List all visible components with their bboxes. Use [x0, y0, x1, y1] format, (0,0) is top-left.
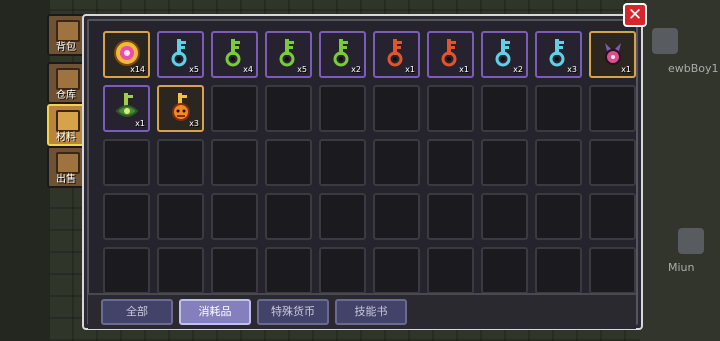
inventory-slot-empty[interactable]	[373, 193, 420, 240]
side-tab-label: 材料	[56, 132, 76, 143]
item-quantity: x1	[135, 119, 145, 128]
close-button[interactable]: ✕	[623, 3, 647, 27]
inventory-slot-empty[interactable]	[589, 193, 636, 240]
inventory-slot-empty[interactable]	[319, 85, 366, 132]
inventory-slot-empty[interactable]	[535, 193, 582, 240]
category-tab-0[interactable]: 全部	[101, 299, 173, 325]
side-tab-1[interactable]: 仓库	[47, 62, 85, 104]
inventory-slot-item[interactable]: x1	[589, 31, 636, 78]
side-tab-3[interactable]: 出售	[47, 146, 85, 188]
inventory-slot-empty[interactable]	[589, 247, 636, 294]
inventory-slot-empty[interactable]	[211, 85, 258, 132]
inventory-slot-empty[interactable]	[103, 193, 150, 240]
inventory-slot-empty[interactable]	[535, 85, 582, 132]
inventory-slot-empty[interactable]	[103, 139, 150, 186]
inventory-slot-empty[interactable]	[265, 193, 312, 240]
inventory-slot-empty[interactable]	[373, 247, 420, 294]
inventory-slot-item[interactable]: x1	[373, 31, 420, 78]
item-quantity: x1	[459, 65, 469, 74]
item-quantity: x4	[243, 65, 253, 74]
inventory-slot-item[interactable]: x3	[157, 85, 204, 132]
inventory-slot-empty[interactable]	[427, 139, 474, 186]
player-name-1: ewbBoy1	[668, 62, 719, 75]
inventory-slot-empty[interactable]	[157, 193, 204, 240]
inventory-slot-empty[interactable]	[481, 247, 528, 294]
inventory-slot-empty[interactable]	[589, 85, 636, 132]
inventory-slot-empty[interactable]	[535, 139, 582, 186]
inventory-slot-item[interactable]: x2	[319, 31, 366, 78]
inventory-panel-inner: x14 x5 x4 x5 x2 x1 x1 x2 x3 x1 x1 x3	[87, 19, 638, 325]
category-tab-1[interactable]: 消耗品	[179, 299, 251, 325]
inventory-slot-empty[interactable]	[427, 247, 474, 294]
inventory-slot-empty[interactable]	[373, 85, 420, 132]
left-dungeon-wall	[0, 0, 50, 341]
inventory-slot-empty[interactable]	[211, 139, 258, 186]
inventory-slot-empty[interactable]	[481, 139, 528, 186]
inventory-slot-item[interactable]: x4	[211, 31, 258, 78]
side-tab-0[interactable]: 背包	[47, 14, 85, 56]
item-quantity: x1	[621, 65, 631, 74]
side-tab-label: 仓库	[56, 90, 76, 101]
inventory-slot-item[interactable]: x1	[103, 85, 150, 132]
inventory-slot-empty[interactable]	[319, 247, 366, 294]
inventory-slot-item[interactable]: x14	[103, 31, 150, 78]
item-quantity: x5	[297, 65, 307, 74]
inventory-slot-empty[interactable]	[157, 139, 204, 186]
category-tab-2[interactable]: 特殊货币	[257, 299, 329, 325]
inventory-slot-item[interactable]: x5	[265, 31, 312, 78]
item-quantity: x3	[189, 119, 199, 128]
item-quantity: x5	[189, 65, 199, 74]
inventory-slot-empty[interactable]	[373, 139, 420, 186]
player-avatar-2	[678, 228, 704, 254]
side-tab-2[interactable]: 材料	[47, 104, 85, 146]
inventory-slot-empty[interactable]	[211, 193, 258, 240]
side-tab-label: 出售	[56, 174, 76, 185]
inventory-slot-empty[interactable]	[319, 139, 366, 186]
inventory-slot-empty[interactable]	[535, 247, 582, 294]
player-name-2: Miun	[668, 261, 695, 274]
side-tab-label: 背包	[56, 42, 76, 53]
inventory-slot-item[interactable]: x5	[157, 31, 204, 78]
player-avatar	[652, 28, 678, 54]
inventory-slot-empty[interactable]	[103, 247, 150, 294]
inventory-slot-empty[interactable]	[589, 139, 636, 186]
item-quantity: x14	[130, 65, 145, 74]
inventory-panel: x14 x5 x4 x5 x2 x1 x1 x2 x3 x1 x1 x3	[82, 14, 643, 330]
inventory-slot-empty[interactable]	[157, 247, 204, 294]
inventory-slot-empty[interactable]	[319, 193, 366, 240]
item-quantity: x3	[567, 65, 577, 74]
inventory-slot-empty[interactable]	[481, 193, 528, 240]
inventory-slot-empty[interactable]	[427, 85, 474, 132]
item-quantity: x2	[351, 65, 361, 74]
inventory-slot-empty[interactable]	[265, 247, 312, 294]
inventory-slot-item[interactable]: x1	[427, 31, 474, 78]
inventory-slot-empty[interactable]	[265, 139, 312, 186]
inventory-slot-item[interactable]: x2	[481, 31, 528, 78]
category-tab-bar: 全部 消耗品 特殊货币 技能书	[88, 293, 636, 329]
inventory-slot-empty[interactable]	[265, 85, 312, 132]
inventory-slot-empty[interactable]	[427, 193, 474, 240]
item-quantity: x2	[513, 65, 523, 74]
inventory-slot-empty[interactable]	[211, 247, 258, 294]
inventory-slot-item[interactable]: x3	[535, 31, 582, 78]
category-tab-3[interactable]: 技能书	[335, 299, 407, 325]
inventory-slot-empty[interactable]	[481, 85, 528, 132]
item-quantity: x1	[405, 65, 415, 74]
